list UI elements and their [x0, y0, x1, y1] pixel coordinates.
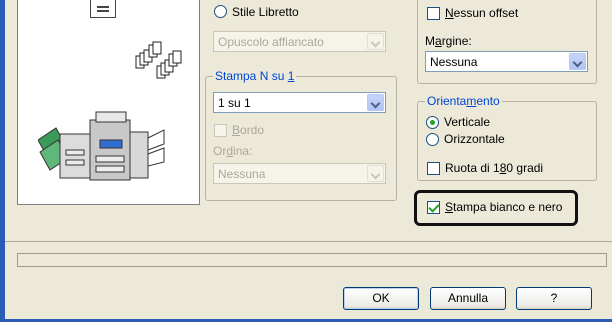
highlight-frame [414, 190, 578, 226]
border-checkbox[interactable] [214, 124, 227, 137]
order-label: Ordina: [213, 144, 253, 158]
window-frame-left [0, 0, 5, 322]
print-preview-panel [17, 0, 200, 205]
chevron-down-icon [367, 165, 384, 182]
booklet-type-value: Opuscolo affiancato [218, 35, 324, 49]
status-field [17, 253, 607, 267]
order-select[interactable]: Nessuna [213, 163, 386, 184]
printer-machine-icon [38, 111, 165, 181]
booklet-style-radio[interactable] [214, 5, 227, 18]
landscape-label: Orizzontale [444, 132, 505, 146]
portrait-label: Verticale [444, 115, 491, 129]
booklet-pages-icon [135, 41, 182, 79]
print-settings-dialog: Stile Libretto Opuscolo affiancato Stamp… [0, 0, 612, 322]
help-button[interactable]: ? [516, 287, 592, 310]
n-up-value: 1 su 1 [218, 96, 251, 110]
chevron-down-icon [569, 53, 586, 70]
landscape-radio[interactable] [426, 133, 439, 146]
no-offset-checkbox[interactable] [427, 7, 440, 20]
margin-label: Margine: [425, 34, 472, 48]
no-offset-label: Nessun offset [445, 6, 519, 20]
order-value: Nessuna [218, 167, 266, 181]
rotate-180-label: Ruota di 180 gradi [445, 161, 544, 175]
n-up-group-title: Stampa N su 1 [213, 69, 297, 83]
border-label: Bordo [232, 123, 265, 137]
booklet-type-select[interactable]: Opuscolo affiancato [213, 31, 386, 52]
divider [5, 241, 612, 242]
orientation-group-title: Orientamento [425, 94, 502, 108]
n-up-select[interactable]: 1 su 1 [213, 92, 386, 113]
margin-value: Nessuna [430, 55, 478, 69]
booklet-style-label: Stile Libretto [232, 5, 299, 19]
chevron-down-icon [367, 33, 384, 50]
ok-button[interactable]: OK [343, 287, 419, 310]
margin-select[interactable]: Nessuna [425, 51, 588, 72]
portrait-radio[interactable] [426, 116, 439, 129]
chevron-down-icon [367, 94, 384, 111]
page-preview-icon [90, 0, 116, 18]
rotate-180-checkbox[interactable] [427, 162, 440, 175]
cancel-button[interactable]: Annulla [430, 287, 506, 310]
